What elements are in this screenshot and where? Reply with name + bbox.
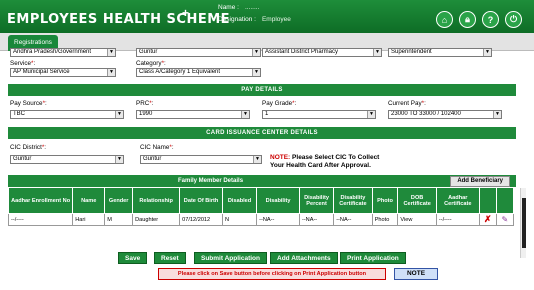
delete-row-button[interactable]: ✗ <box>478 213 497 226</box>
post-select[interactable]: Superintendent ▼ <box>388 48 492 57</box>
service-select[interactable]: AP Municipal Service ▼ <box>10 68 116 77</box>
cell-gender: M <box>104 213 134 226</box>
table-row: --/---- Hari M Daughter 07/12/2012 N --N… <box>7 213 515 226</box>
col-photo: Photo <box>371 187 399 214</box>
cic-note-label: NOTE: <box>270 154 291 161</box>
cic-note-line2: Your Health Card After Approval. <box>270 162 371 169</box>
chevron-down-icon: ▼ <box>252 69 260 76</box>
cell-disability-percent: --NA-- <box>298 213 335 226</box>
chevron-down-icon: ▼ <box>373 49 381 56</box>
lock-icon[interactable]: 🔒︎ <box>459 11 476 28</box>
designation-value: Employee <box>261 16 291 23</box>
cell-disability: --NA-- <box>256 213 300 226</box>
reset-button[interactable]: Reset <box>154 252 186 264</box>
cell-relationship: Daughter <box>132 213 181 226</box>
col-disability: Disability <box>256 187 300 214</box>
col-dob-certificate: DOB Certificate <box>397 187 437 214</box>
edit-row-button[interactable]: ✎ <box>495 213 515 226</box>
col-disability-certificate: Disability Certificate <box>333 187 373 214</box>
col-aadhar-certificate: Aadhar Certificate <box>435 187 480 214</box>
user-name-row: Name :........ <box>218 4 259 11</box>
chevron-down-icon: ▼ <box>107 49 115 56</box>
add-attachments-button[interactable]: Add Attachments <box>270 252 338 264</box>
note-button[interactable]: NOTE <box>394 268 438 280</box>
col-name: Name <box>72 187 106 214</box>
name-label: Name : <box>218 4 239 11</box>
save-button[interactable]: Save <box>118 252 148 264</box>
prc-label: PRC*: <box>136 100 154 107</box>
col-disability-percent: Disability Percent <box>298 187 335 214</box>
prc-select[interactable]: 1990 ▼ <box>136 110 250 119</box>
app-title-plus: + <box>182 6 190 20</box>
cell-disabled: N <box>221 213 258 226</box>
table-scrollbar[interactable] <box>520 188 526 258</box>
cic-name-label: CIC Name*: <box>140 144 174 151</box>
pay-grade-select[interactable]: 1 ▼ <box>262 110 376 119</box>
service-label: Service*: <box>10 60 36 67</box>
chevron-down-icon: ▼ <box>252 49 260 56</box>
chevron-down-icon: ▼ <box>241 111 249 118</box>
cic-note-line1: Please Select CIC To Collect <box>292 154 380 161</box>
category-label: Category*: <box>136 60 166 67</box>
delete-icon: ✗ <box>483 214 492 224</box>
current-pay-select[interactable]: 23000 TO 33000 / 102400 ▼ <box>388 110 502 119</box>
cell-aadhar-enrollment: --/---- <box>7 213 74 226</box>
save-before-print-warning: Please click on Save button before click… <box>158 268 386 280</box>
home-icon[interactable]: ⌂ <box>436 11 453 28</box>
chevron-down-icon: ▼ <box>493 111 501 118</box>
department-select[interactable]: Andhra Pradesh/Government ▼ <box>10 48 116 57</box>
power-icon[interactable]: ⏻ <box>505 11 522 28</box>
chevron-down-icon: ▼ <box>107 69 115 76</box>
designation-select[interactable]: Assistant District Pharmacy ▼ <box>262 48 382 57</box>
table-header-row: Aadhar Enrollment No Name Gender Relatio… <box>7 187 515 214</box>
current-pay-label: Current Pay*: <box>388 100 426 107</box>
app-title: EMPLOYEES HEALTH SCHEME <box>7 12 231 27</box>
table-row-empty <box>8 225 514 250</box>
pay-source-select[interactable]: TBC ▼ <box>10 110 124 119</box>
submit-application-button[interactable]: Submit Application <box>194 252 267 264</box>
header-icon-group: ⌂ 🔒︎ ? ⏻ <box>436 11 522 28</box>
col-relationship: Relationship <box>132 187 181 214</box>
app-header: EMPLOYEES HEALTH SCHEME + Name :........… <box>0 0 534 33</box>
designation-label: Designation : <box>218 16 256 23</box>
cell-dob: 07/12/2012 <box>179 213 223 226</box>
designation-row: Designation : Employee <box>218 16 291 23</box>
cell-name: Hari <box>72 213 106 226</box>
chevron-down-icon: ▼ <box>115 156 123 163</box>
col-delete <box>478 187 497 214</box>
chevron-down-icon: ▼ <box>367 111 375 118</box>
chevron-down-icon: ▼ <box>253 156 261 163</box>
name-value: ........ <box>244 4 260 11</box>
main-content: Andhra Pradesh/Government ▼ Guntur ▼ Assis… <box>7 48 526 280</box>
col-disabled: Disabled <box>221 187 258 214</box>
pay-grade-label: Pay Grade*: <box>262 100 297 107</box>
col-dob: Date Of Birth <box>179 187 223 214</box>
family-member-bar: Family Member Details Add Beneficiary <box>8 175 516 187</box>
cic-details-band: CARD ISSUANCE CENTER DETAILS <box>8 127 516 139</box>
cic-district-select[interactable]: Guntur ▼ <box>10 155 124 164</box>
scrollbar-thumb[interactable] <box>522 198 526 248</box>
pay-source-label: Pay Source*: <box>10 100 47 107</box>
cell-disability-certificate: --NA-- <box>333 213 373 226</box>
district-select[interactable]: Guntur ▼ <box>136 48 261 57</box>
pay-details-band: PAY DETAILS <box>8 84 516 96</box>
cic-note: NOTE: Please Select CIC To Collect <box>270 154 379 161</box>
col-gender: Gender <box>104 187 134 214</box>
chevron-down-icon: ▼ <box>483 49 491 56</box>
cic-name-select[interactable]: Guntur ▼ <box>140 155 262 164</box>
cic-district-label: CIC District*: <box>10 144 47 151</box>
family-member-table: Aadhar Enrollment No Name Gender Relatio… <box>7 187 515 250</box>
col-aadhar-enrollment: Aadhar Enrollment No <box>7 187 74 214</box>
cell-dob-certificate-link[interactable]: View <box>397 213 437 226</box>
cell-photo-link[interactable]: Photo <box>371 213 399 226</box>
chevron-down-icon: ▼ <box>115 111 123 118</box>
add-beneficiary-button[interactable]: Add Beneficiary <box>450 176 510 187</box>
cell-aadhar-certificate: --/---- <box>435 213 480 226</box>
category-select[interactable]: Class A/Category 1 Equivalent ▼ <box>136 68 261 77</box>
help-icon[interactable]: ? <box>482 11 499 28</box>
family-member-title: Family Member Details <box>178 178 244 184</box>
col-edit <box>495 187 515 214</box>
pencil-icon: ✎ <box>501 215 509 224</box>
print-application-button[interactable]: Print Application <box>340 252 406 264</box>
